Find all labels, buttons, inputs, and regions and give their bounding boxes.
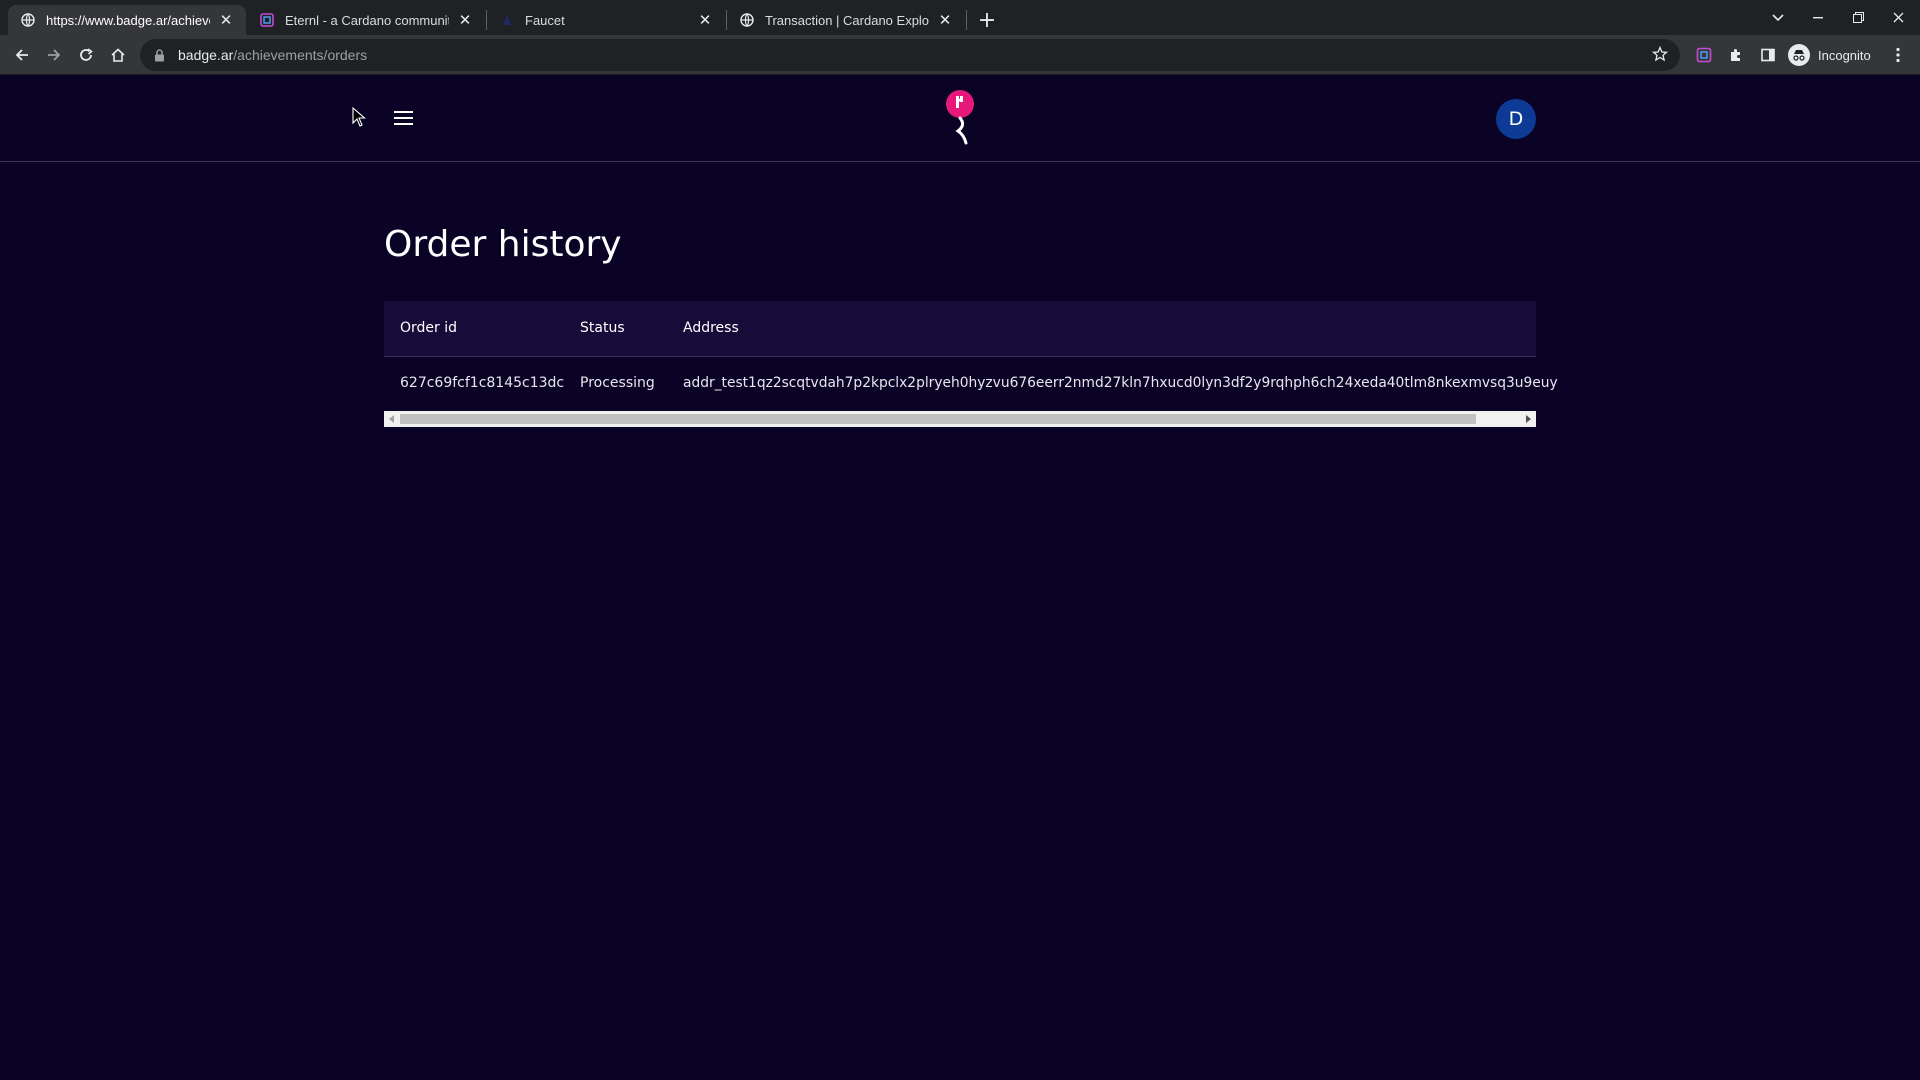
hamburger-menu-icon[interactable] <box>390 105 416 131</box>
browser-menu-icon[interactable] <box>1888 45 1908 65</box>
url-path: /achievements/orders <box>233 47 368 63</box>
browser-tab-faucet[interactable]: Faucet ✕ <box>487 5 725 35</box>
column-header-address[interactable]: Address <box>683 320 739 336</box>
extensions-puzzle-icon[interactable] <box>1726 45 1746 65</box>
horizontal-scrollbar[interactable] <box>384 411 1536 427</box>
forward-icon[interactable] <box>40 41 68 69</box>
bookmark-star-icon[interactable] <box>1651 45 1669 66</box>
close-icon[interactable]: ✕ <box>218 12 234 29</box>
close-window-icon[interactable] <box>1878 0 1918 35</box>
browser-tab-explorer[interactable]: Transaction | Cardano Explorer ✕ <box>727 5 965 35</box>
restore-icon[interactable] <box>1838 0 1878 35</box>
new-tab-button[interactable]: + <box>974 7 1000 33</box>
page-title: Order history <box>384 224 622 265</box>
globe-icon <box>20 12 36 28</box>
tab-title: Transaction | Cardano Explorer <box>765 12 929 28</box>
browser-tab-eternl[interactable]: Eternl - a Cardano community w ✕ <box>247 5 485 35</box>
incognito-icon <box>1788 44 1810 66</box>
back-icon[interactable] <box>8 41 36 69</box>
browser-toolbar: badge.ar/achievements/orders Incognito <box>0 35 1920 75</box>
close-icon[interactable]: ✕ <box>697 12 713 29</box>
reload-icon[interactable] <box>72 41 100 69</box>
mouse-cursor-icon <box>352 106 366 131</box>
app-header: D <box>0 75 1920 162</box>
side-panel-icon[interactable] <box>1758 45 1778 65</box>
close-icon[interactable]: ✕ <box>457 12 473 29</box>
home-icon[interactable] <box>104 41 132 69</box>
close-icon[interactable]: ✕ <box>937 12 953 29</box>
column-header-order-id[interactable]: Order id <box>400 320 457 336</box>
incognito-label: Incognito <box>1818 47 1871 63</box>
scroll-left-icon[interactable] <box>384 411 400 427</box>
column-header-status[interactable]: Status <box>580 320 625 336</box>
faucet-icon <box>499 12 515 28</box>
globe-icon <box>739 12 755 28</box>
order-history-table: Order id Status Address 627c69fcf1c8145c… <box>384 301 1558 427</box>
eternl-icon <box>259 12 275 28</box>
tab-title: https://www.badge.ar/achievem <box>46 12 210 28</box>
tab-search-icon[interactable] <box>1758 0 1798 35</box>
browser-tabstrip: https://www.badge.ar/achievem ✕ Eternl -… <box>0 0 1920 35</box>
lock-icon[interactable] <box>154 48 168 62</box>
address-bar[interactable]: badge.ar/achievements/orders <box>140 39 1680 71</box>
table-header-row: Order id Status Address <box>384 301 1536 357</box>
tab-title: Eternl - a Cardano community w <box>285 12 449 28</box>
order-id-cell: 627c69fcf1c8145c13dc <box>400 375 565 391</box>
eternl-extension-icon[interactable] <box>1694 45 1714 65</box>
tab-title: Faucet <box>525 12 565 28</box>
scroll-right-icon[interactable] <box>1520 411 1536 427</box>
url-host: badge.ar <box>178 47 234 63</box>
incognito-indicator[interactable]: Incognito <box>1788 42 1871 68</box>
status-cell: Processing <box>580 375 655 391</box>
tab-separator <box>966 10 967 30</box>
scrollbar-thumb[interactable] <box>400 414 1476 424</box>
badgear-logo[interactable] <box>940 87 980 149</box>
browser-tab-badge[interactable]: https://www.badge.ar/achievem ✕ <box>8 5 246 35</box>
user-avatar[interactable]: D <box>1496 99 1536 139</box>
minimize-icon[interactable] <box>1798 0 1838 35</box>
address-cell: addr_test1qz2scqtvdah7p2kpclx2plryeh0hyz… <box>683 375 1558 391</box>
